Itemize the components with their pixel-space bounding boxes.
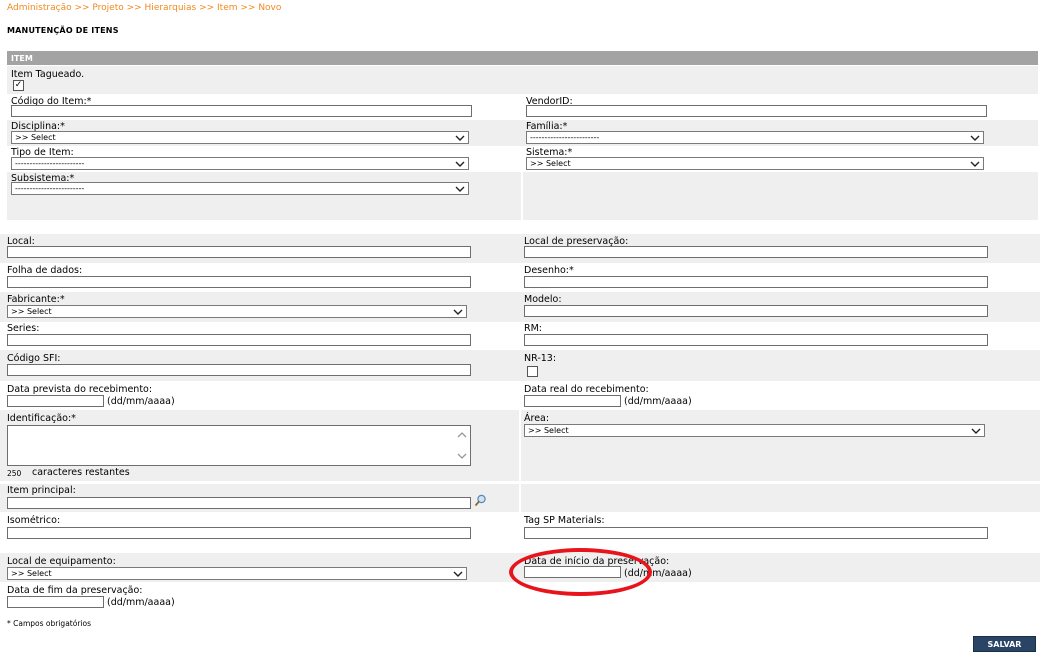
- isometrico-label: Isométrico:: [7, 515, 61, 526]
- date-format-hint: (dd/mm/aaaa): [624, 568, 692, 579]
- folha-dados-input[interactable]: [7, 276, 471, 288]
- desenho-input[interactable]: [524, 276, 988, 288]
- chevron-down-icon: [453, 571, 463, 577]
- checkmark-icon: ✓: [14, 80, 23, 90]
- codigo-sfi-label: Código SFI:: [7, 353, 61, 364]
- chevron-down-icon: [970, 135, 980, 141]
- area-select-value: >> Select: [528, 426, 569, 435]
- codigo-sfi-input[interactable]: [7, 364, 471, 376]
- column-divider: [521, 172, 523, 220]
- item-principal-label: Item principal:: [7, 485, 76, 496]
- vendor-id-input[interactable]: [526, 105, 987, 117]
- familia-select[interactable]: ------------------------: [526, 131, 984, 144]
- chevron-down-icon: [971, 428, 981, 434]
- sistema-select[interactable]: >> Select: [526, 157, 984, 170]
- nr13-label: NR-13:: [524, 353, 557, 364]
- local-input[interactable]: [7, 246, 471, 258]
- isometrico-input[interactable]: [7, 527, 471, 539]
- chevron-down-icon: [455, 186, 465, 192]
- fabricante-select-value: >> Select: [11, 307, 52, 316]
- tipo-item-select[interactable]: ------------------------: [11, 157, 469, 170]
- modelo-label: Modelo:: [524, 294, 562, 305]
- date-format-hint: (dd/mm/aaaa): [624, 396, 692, 407]
- date-format-hint: (dd/mm/aaaa): [107, 597, 175, 608]
- chevron-down-icon: [453, 309, 463, 315]
- identificacao-label: Identificação:*: [7, 413, 76, 424]
- familia-select-value: ------------------------: [530, 133, 600, 142]
- tag-sp-label: Tag SP Materials:: [524, 515, 605, 526]
- save-button[interactable]: SALVAR: [973, 636, 1036, 652]
- disciplina-select[interactable]: >> Select: [11, 131, 469, 144]
- data-fim-preservacao-label: Data de fim da preservação:: [7, 585, 143, 596]
- subsistema-select[interactable]: ------------------------: [11, 182, 469, 195]
- chevron-down-icon: [970, 161, 980, 167]
- local-equipamento-label: Local de equipamento:: [7, 556, 116, 567]
- chars-remaining-label: caracteres restantes: [32, 467, 130, 478]
- data-real-input[interactable]: [524, 395, 621, 407]
- page-title: MANUTENÇÃO DE ITENS: [7, 26, 119, 35]
- folha-dados-label: Folha de dados:: [7, 265, 83, 276]
- data-real-label: Data real do recebimento:: [524, 384, 649, 395]
- rm-input[interactable]: [524, 334, 988, 346]
- chevron-down-icon: [455, 135, 465, 141]
- series-label: Series:: [7, 323, 40, 334]
- item-tagueado-label: Item Tagueado.: [11, 69, 85, 80]
- column-divider: [519, 410, 521, 481]
- fabricante-select[interactable]: >> Select: [7, 305, 467, 318]
- required-fields-note: * Campos obrigatórios: [7, 619, 91, 628]
- chevron-down-icon: [455, 161, 465, 167]
- series-input[interactable]: [7, 334, 471, 346]
- chars-remaining-count: 250: [7, 469, 22, 478]
- disciplina-select-value: >> Select: [15, 133, 56, 142]
- data-inicio-preservacao-input[interactable]: [524, 566, 621, 578]
- desenho-label: Desenho:*: [524, 265, 574, 276]
- local-preservacao-input[interactable]: [524, 246, 988, 258]
- rm-label: RM:: [524, 323, 542, 334]
- subsistema-select-value: ------------------------: [15, 184, 85, 193]
- local-equipamento-select-value: >> Select: [11, 569, 52, 578]
- search-icon[interactable]: [474, 494, 487, 507]
- breadcrumb[interactable]: Administração >> Projeto >> Hierarquias …: [7, 3, 281, 13]
- data-fim-preservacao-input[interactable]: [7, 596, 104, 608]
- sistema-select-value: >> Select: [530, 159, 571, 168]
- tipo-item-select-value: ------------------------: [15, 159, 85, 168]
- column-divider: [519, 484, 521, 512]
- item-principal-input[interactable]: [7, 497, 471, 509]
- codigo-item-input[interactable]: [11, 105, 472, 117]
- row-background: [7, 66, 1038, 94]
- item-tagueado-checkbox[interactable]: ✓: [13, 80, 24, 91]
- date-format-hint: (dd/mm/aaaa): [107, 396, 175, 407]
- tag-sp-input[interactable]: [524, 527, 988, 539]
- fabricante-label: Fabricante:*: [7, 294, 65, 305]
- identificacao-textarea[interactable]: [7, 425, 471, 466]
- section-header-item: ITEM: [7, 51, 1038, 65]
- data-prevista-input[interactable]: [7, 395, 104, 407]
- area-select[interactable]: >> Select: [524, 424, 985, 437]
- area-label: Área:: [524, 413, 550, 424]
- data-prevista-label: Data prevista do recebimento:: [7, 384, 153, 395]
- local-equipamento-select[interactable]: >> Select: [7, 567, 467, 580]
- nr13-checkbox[interactable]: [527, 366, 538, 377]
- scroll-down-icon[interactable]: [457, 452, 467, 460]
- modelo-input[interactable]: [524, 305, 988, 317]
- scroll-up-icon[interactable]: [457, 431, 467, 439]
